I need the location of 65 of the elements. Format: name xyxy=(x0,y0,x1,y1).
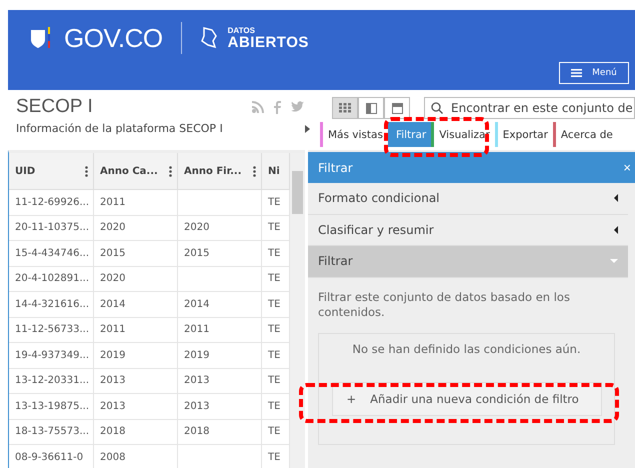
table-cell: 2015 xyxy=(178,241,262,266)
caret-left-icon xyxy=(614,194,618,202)
view-toggle-button[interactable] xyxy=(384,97,410,119)
view-toggle-button[interactable] xyxy=(358,97,384,119)
table-cell: 2008 xyxy=(94,445,178,468)
view-toggle-button[interactable] xyxy=(332,97,358,119)
menu-button[interactable]: Menú xyxy=(559,62,629,84)
table-cell: 19-4-937349... xyxy=(9,343,94,368)
page-icon xyxy=(392,102,402,114)
table-cell: 2013 xyxy=(94,394,178,420)
caret-down-icon xyxy=(610,259,618,264)
table-cell: 2011 xyxy=(94,190,178,216)
table-cell: 2015 xyxy=(94,241,178,266)
table-cell: 2018 xyxy=(178,420,262,445)
search-icon xyxy=(431,102,443,114)
panel-title: Filtrar xyxy=(318,160,353,174)
table-cell: 2018 xyxy=(94,420,178,445)
table-cell: 2013 xyxy=(94,368,178,394)
brand-text: DATOS xyxy=(228,26,256,34)
column-header[interactable]: UID xyxy=(9,153,94,190)
add-condition-button[interactable]: + Añadir una nueva condición de filtro xyxy=(332,382,602,416)
search-field[interactable]: Encontrar en este conjunto de xyxy=(424,97,635,119)
table-cell: 2014 xyxy=(94,292,178,318)
table-cell: 18-13-75573... xyxy=(9,420,94,445)
dataset-subtitle: Información de la plataforma SECOP I xyxy=(16,122,223,135)
table-cell: 2013 xyxy=(178,394,262,420)
filter-description: Filtrar este conjunto de datos basado en los contenidos. xyxy=(318,290,571,321)
table-cell: 2014 xyxy=(178,292,262,318)
table-cell: 20-4-102891... xyxy=(9,266,94,292)
kebab-icon[interactable] xyxy=(85,166,88,176)
empty-message: No se han definido las condiciones aún. xyxy=(352,342,581,356)
column-header[interactable]: Anno Fir... xyxy=(178,153,262,190)
brand-text: ABIERTOS xyxy=(228,34,309,50)
table-cell: 20-11-10375... xyxy=(9,216,94,241)
table-cell: 13-12-20331... xyxy=(9,368,94,394)
table-cell: 13-13-19875... xyxy=(9,394,94,420)
dataset-title: SECOP I xyxy=(16,96,93,118)
caret-left-icon xyxy=(614,226,618,234)
split-view-icon xyxy=(366,102,376,114)
table-cell: 2019 xyxy=(178,343,262,368)
kebab-icon[interactable] xyxy=(253,166,256,176)
grid-icon xyxy=(339,103,351,113)
table-cell: 2013 xyxy=(178,368,262,394)
expand-arrow-icon[interactable] xyxy=(305,124,310,132)
logo-text: GOV.CO xyxy=(64,22,163,54)
kebab-icon[interactable] xyxy=(169,166,172,176)
map-icon xyxy=(200,27,218,49)
table-cell: 2020 xyxy=(94,216,178,241)
column-header[interactable]: Anno Ca... xyxy=(94,153,178,190)
table-cell: 2011 xyxy=(178,318,262,343)
scroll-thumb[interactable] xyxy=(292,171,303,214)
accordion-section[interactable]: Filtrar xyxy=(308,246,628,278)
table-cell: 2020 xyxy=(94,266,178,292)
table-cell: 08-9-36611-0 xyxy=(9,445,94,468)
table-cell: 2020 xyxy=(178,216,262,241)
menu-icon xyxy=(571,69,582,77)
column-header[interactable]: Ni xyxy=(262,153,290,190)
scrollbar[interactable] xyxy=(290,153,305,468)
table-cell: 2019 xyxy=(94,343,178,368)
plus-icon: + xyxy=(346,392,356,406)
table-cell: 14-4-321616... xyxy=(9,292,94,318)
table-cell: 2011 xyxy=(94,318,178,343)
table-cell: 11-12-69926... xyxy=(9,190,94,216)
table-cell: 11-12-56733... xyxy=(9,318,94,343)
table-cell: 15-4-434746... xyxy=(9,241,94,266)
